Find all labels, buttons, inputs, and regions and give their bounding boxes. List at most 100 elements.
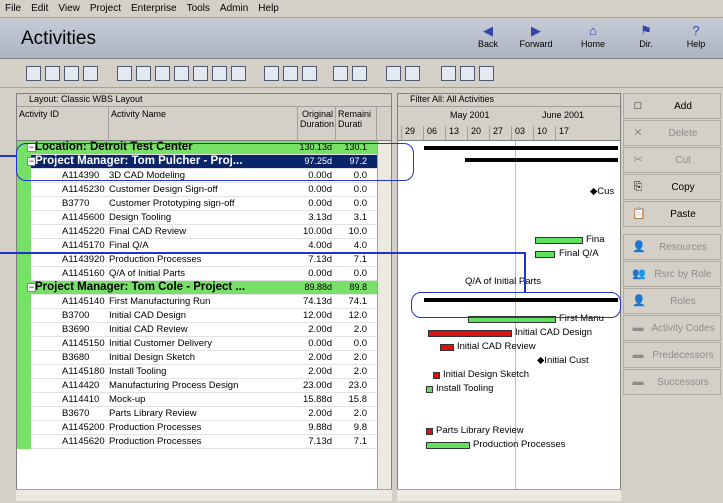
group-icon[interactable] — [45, 66, 60, 81]
group-sort-icon[interactable] — [352, 66, 367, 81]
menu-view[interactable]: View — [53, 3, 85, 14]
menu-project[interactable]: Project — [85, 3, 126, 14]
gantt-label: Q/A of Initial Parts — [465, 276, 542, 287]
activity-bar[interactable] — [433, 372, 440, 379]
table-row[interactable]: A1145230 Customer Design Sign-off 0.00d 0.0 — [17, 183, 391, 197]
activity-codes-icon: ▬ — [632, 322, 644, 334]
delete-button[interactable]: ✕ Delete — [623, 120, 721, 146]
menu-admin[interactable]: Admin — [215, 3, 253, 14]
table-icon[interactable] — [136, 66, 151, 81]
layout-icon[interactable] — [117, 66, 132, 81]
table-row[interactable]: A1145170 Final Q/A 4.00d 4.0 — [17, 239, 391, 253]
resources-icon: 👤 — [632, 241, 646, 253]
gantt-icon[interactable] — [174, 66, 189, 81]
row-color-strip — [17, 253, 31, 267]
cut-button[interactable]: ✂ Cut — [623, 147, 721, 173]
table-row[interactable]: B3690 Initial CAD Review 2.00d 2.0 — [17, 323, 391, 337]
chart-icon[interactable] — [155, 66, 170, 81]
menu-enterprise[interactable]: Enterprise — [126, 3, 182, 14]
back-button[interactable]: ◀ Back — [469, 22, 507, 56]
zoom-fit-icon[interactable] — [479, 66, 494, 81]
table-row[interactable]: B3770 Customer Prototyping sign-off 0.00d 0… — [17, 197, 391, 211]
dir-button[interactable]: ⚑ Dir. — [627, 22, 665, 56]
original-duration: 4.00d — [308, 240, 332, 251]
copy-button[interactable]: ⎘ Copy — [623, 174, 721, 200]
help-button[interactable]: ? Help — [677, 22, 715, 56]
table-row[interactable]: A1145160 Q/A of Initial Parts 0.00d 0.0 — [17, 267, 391, 281]
forward-button[interactable]: ▶ Forward — [517, 22, 555, 56]
vertical-scrollbar[interactable] — [377, 141, 391, 498]
table-row[interactable]: A114420 Manufacturing Process Design 23.00… — [17, 379, 391, 393]
table-row[interactable]: A1145620 Production Processes 7.13d 7.1 — [17, 435, 391, 449]
successors-button[interactable]: ▬ Successors — [623, 369, 721, 395]
activity-codes-button[interactable]: ▬ Activity Codes — [623, 315, 721, 341]
filter-icon[interactable] — [333, 66, 348, 81]
rsrc-by-role-icon: 👥 — [632, 268, 646, 280]
table-row[interactable]: A1145150 Initial Customer Delivery 0.00d 0.… — [17, 337, 391, 351]
add-label: Add — [674, 101, 692, 112]
table-row[interactable]: A1145180 Install Tooling 2.00d 2.0 — [17, 365, 391, 379]
zoom-in-icon[interactable] — [441, 66, 456, 81]
activity-bar[interactable] — [440, 344, 454, 351]
predecessors-button[interactable]: ▬ Predecessors — [623, 342, 721, 368]
level-icon[interactable] — [405, 66, 420, 81]
help-label: Help — [686, 39, 706, 49]
activity-bar[interactable] — [535, 251, 555, 258]
usage-icon[interactable] — [212, 66, 227, 81]
columns-icon[interactable] — [26, 66, 41, 81]
filter-label[interactable]: Filter All: All Activities — [398, 94, 620, 107]
col-remaining-duration[interactable]: Remaini Durati — [336, 107, 377, 141]
table-row[interactable]: B3700 Initial CAD Design 12.00d 12.0 — [17, 309, 391, 323]
activity-bar[interactable] — [426, 442, 470, 449]
layout-label[interactable]: Layout: Classic WBS Layout — [17, 94, 391, 107]
table-row[interactable]: A1145220 Final CAD Review 10.00d 10.0 — [17, 225, 391, 239]
group-row[interactable]: − Project Manager: Tom Cole - Project ...… — [17, 281, 391, 295]
table-row[interactable]: B3670 Parts Library Review 2.00d 2.0 — [17, 407, 391, 421]
summary-bar[interactable] — [424, 146, 618, 150]
activity-name: Initial Design Sketch — [109, 352, 196, 363]
activity-id: B3700 — [62, 310, 90, 321]
zoom-out-icon[interactable] — [460, 66, 475, 81]
resources-button[interactable]: 👤 Resources — [623, 234, 721, 260]
schedule-icon[interactable] — [386, 66, 401, 81]
activity-bar[interactable] — [535, 237, 583, 244]
add-button[interactable]: □ Add — [623, 93, 721, 119]
bars-icon[interactable] — [264, 66, 279, 81]
timescale-icon[interactable] — [283, 66, 298, 81]
menu-file[interactable]: File — [0, 3, 26, 14]
successors-label: Successors — [657, 377, 709, 388]
menu-edit[interactable]: Edit — [26, 3, 53, 14]
summary-bar[interactable] — [465, 158, 618, 162]
spreadsheet-icon[interactable] — [231, 66, 246, 81]
table-row[interactable]: A1145140 First Manufacturing Run 74.13d 74.… — [17, 295, 391, 309]
remaining-duration: 74.1 — [348, 296, 368, 307]
activity-bar[interactable] — [426, 386, 433, 393]
table-row[interactable]: A114410 Mock-up 15.88d 15.8 — [17, 393, 391, 407]
indent-icon[interactable] — [64, 66, 79, 81]
row-color-strip — [17, 267, 31, 281]
menu-tools[interactable]: Tools — [182, 3, 215, 14]
col-original-duration[interactable]: Original Duration — [298, 107, 336, 141]
row-color-strip — [17, 225, 31, 239]
details-icon[interactable] — [302, 66, 317, 81]
rsrc-by-role-button[interactable]: 👥 Rsrc by Role — [623, 261, 721, 287]
structure-icon[interactable] — [83, 66, 98, 81]
forward-label: Forward — [519, 39, 553, 49]
horizontal-scrollbar-table[interactable] — [16, 489, 392, 501]
table-row[interactable]: A1143920 Production Processes 7.13d 7.1 — [17, 253, 391, 267]
paste-button[interactable]: 📋 Paste — [623, 201, 721, 227]
original-duration: 10.00d — [302, 226, 332, 237]
horizontal-scrollbar-gantt[interactable] — [397, 489, 621, 501]
table-row[interactable]: A1145200 Production Processes 9.88d 9.8 — [17, 421, 391, 435]
profile-icon[interactable] — [193, 66, 208, 81]
activity-bar[interactable] — [426, 428, 433, 435]
roles-button[interactable]: 👤 Roles — [623, 288, 721, 314]
table-row[interactable]: A1145600 Design Tooling 3.13d 3.1 — [17, 211, 391, 225]
menu-help[interactable]: Help — [253, 3, 284, 14]
col-activity-id[interactable]: Activity ID — [17, 107, 109, 141]
table-row[interactable]: B3680 Initial Design Sketch 2.00d 2.0 — [17, 351, 391, 365]
home-button[interactable]: ⌂ Home — [574, 22, 612, 56]
activity-bar[interactable] — [428, 330, 512, 337]
remaining-duration: 23.0 — [348, 380, 368, 391]
col-activity-name[interactable]: Activity Name — [109, 107, 298, 141]
